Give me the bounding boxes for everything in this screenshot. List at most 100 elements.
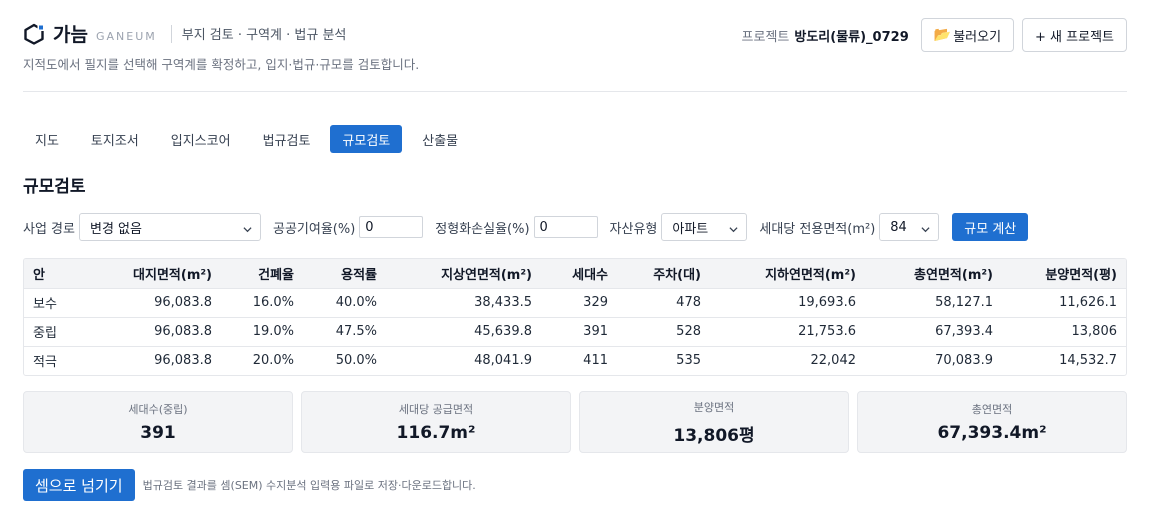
table-cell: 528 [617, 316, 710, 346]
table-cell: 19,693.6 [710, 287, 865, 317]
asset-type-select[interactable]: 아파트 [661, 213, 748, 241]
public-contribution-label: 공공기여율(%) [272, 221, 356, 237]
table-cell: 50.0% [303, 345, 386, 375]
stat-label: 세대수(중립) [128, 403, 188, 416]
col-header-parking: 주차(대) [653, 267, 701, 283]
table-cell: 13,806 [1002, 316, 1126, 346]
table-cell: 16.0% [221, 287, 303, 317]
table-row: 중립 96,083.8 19.0% 47.5% 45,639.8 391 528… [24, 316, 1126, 346]
table-cell: 중립 [24, 316, 96, 346]
stat-value: 13,806평 [673, 425, 755, 446]
calc-form: 사업 경로 변경 없음 공공기여율(%) 정형화손실율(%) 자산유형 아파트 … [23, 213, 1029, 241]
table-cell: 67,393.4 [865, 316, 1002, 346]
calculate-button[interactable]: 규모 계산 [952, 213, 1029, 241]
tab-land-survey[interactable]: 토지조서 [79, 125, 151, 153]
scale-table: 안 대지면적(m²) 건폐율 용적률 지상연면적(m²) 세대수 주차(대) 지… [23, 258, 1127, 376]
stat-label: 총연면적 [971, 403, 1013, 416]
table-cell: 58,127.1 [865, 287, 1002, 317]
table-row: 보수 96,083.8 16.0% 40.0% 38,433.5 329 478… [24, 287, 1126, 317]
section-title: 규모검토 [23, 177, 86, 197]
brand-sub: GANEUM [95, 30, 157, 43]
table-cell: 19.0% [221, 316, 303, 346]
table-cell: 22,042 [710, 345, 865, 375]
col-header-above-ground-area: 지상연면적(m²) [441, 267, 532, 283]
tab-scale-review[interactable]: 규모검토 [330, 125, 403, 153]
tab-map[interactable]: 지도 [23, 125, 71, 153]
tab-regulation-review[interactable]: 법규검토 [251, 125, 323, 153]
col-header-site-area: 대지면적(m²) [133, 267, 212, 283]
col-header-sale-area: 분양면적(평) [1045, 267, 1117, 283]
table-cell: 20.0% [221, 345, 303, 375]
public-contribution-input[interactable] [359, 216, 424, 238]
table-cell: 47.5% [303, 316, 386, 346]
table-cell: 411 [541, 345, 617, 375]
table-cell: 478 [617, 287, 710, 317]
col-header-households: 세대수 [572, 267, 608, 283]
project-name: 방도리(물류)_0729 [794, 29, 909, 45]
stat-label: 분양면적 [693, 400, 735, 414]
table-cell: 11,626.1 [1002, 287, 1126, 317]
asset-type-value: 아파트 [672, 221, 709, 237]
load-button-label: 불러오기 [953, 29, 1002, 45]
col-header-underground-area: 지하연면적(m²) [765, 267, 856, 283]
table-row: 적극 96,083.8 20.0% 50.0% 48,041.9 411 535… [24, 345, 1126, 375]
table-cell: 38,433.5 [386, 287, 541, 317]
footer-note: 법규검토 결과를 셈(SEM) 수지분석 입력용 파일로 저장·다운로드합니다. [142, 479, 476, 492]
header-actions: 프로젝트 방도리(물류)_0729 📂 불러오기 + 새 프로젝트 [742, 18, 1127, 52]
col-header-far: 용적률 [341, 267, 377, 283]
col-header-coverage: 건폐율 [258, 267, 294, 283]
stat-card-households: 세대수(중립) 391 [23, 391, 293, 453]
table-cell: 391 [541, 316, 617, 346]
unit-area-value: 84 [890, 219, 907, 235]
stat-value: 391 [140, 423, 176, 443]
unit-area-select[interactable]: 84 [879, 213, 940, 241]
chevron-down-icon [243, 223, 252, 232]
project-label: 프로젝트 [741, 29, 790, 45]
route-select[interactable]: 변경 없음 [78, 213, 261, 241]
brand-name: 가늠 [53, 24, 88, 46]
send-to-sem-button[interactable]: 셈으로 넘기기 [23, 469, 135, 501]
table-cell: 적극 [24, 345, 96, 375]
stat-card-total-area: 총연면적 67,393.4m² [857, 391, 1127, 453]
new-project-button[interactable]: + 새 프로젝트 [1022, 18, 1127, 52]
unit-area-label: 세대당 전용면적(m²) [759, 221, 876, 237]
asset-type-label: 자산유형 [609, 221, 658, 237]
stat-label: 세대당 공급면적 [398, 403, 474, 416]
tab-outputs[interactable]: 산출물 [410, 125, 470, 153]
tab-location-score[interactable]: 입지스코어 [159, 125, 243, 153]
tab-bar: 지도 토지조서 입지스코어 법규검토 규모검토 산출물 [23, 125, 478, 153]
footer-actions: 셈으로 넘기기 법규검토 결과를 셈(SEM) 수지분석 입력용 파일로 저장·… [23, 469, 476, 501]
stat-value: 116.7m² [396, 423, 476, 443]
table-cell: 96,083.8 [96, 345, 221, 375]
table-header-row: 안 대지면적(m²) 건폐율 용적률 지상연면적(m²) 세대수 주차(대) 지… [24, 259, 1126, 288]
table-cell: 보수 [24, 287, 96, 317]
table-cell: 329 [541, 287, 617, 317]
table-cell: 96,083.8 [96, 316, 221, 346]
brand: 가늠 GANEUM 부지 검토 · 구역계 · 법규 분석 [23, 20, 346, 47]
table-cell: 14,532.7 [1002, 345, 1126, 375]
table-cell: 535 [617, 345, 710, 375]
brand-tagline: 부지 검토 · 구역계 · 법규 분석 [181, 28, 347, 43]
table-cell: 70,083.9 [865, 345, 1002, 375]
col-header-total-area: 총연면적(m²) [914, 267, 993, 283]
route-select-value: 변경 없음 [89, 221, 142, 237]
stat-card-supply-area: 세대당 공급면적 116.7m² [301, 391, 571, 453]
load-button[interactable]: 📂 불러오기 [920, 18, 1015, 52]
table-cell: 48,041.9 [386, 345, 541, 375]
summary-cards: 세대수(중립) 391 세대당 공급면적 116.7m² 분양면적 13,806… [23, 391, 1127, 453]
stat-card-sale-area: 분양면적 13,806평 [579, 391, 849, 453]
table-cell: 45,639.8 [386, 316, 541, 346]
chevron-down-icon [921, 223, 930, 232]
table-cell: 21,753.6 [710, 316, 865, 346]
folder-icon: 📂 [933, 27, 952, 43]
table-cell: 96,083.8 [96, 287, 221, 317]
chevron-down-icon [729, 223, 738, 232]
stat-value: 67,393.4m² [937, 423, 1047, 443]
table-cell: 40.0% [303, 287, 386, 317]
brand-divider [170, 24, 172, 43]
col-header-plan: 안 [33, 267, 45, 283]
page-subtitle: 지적도에서 필지를 선택해 구역계를 확정하고, 입지·법규·규모를 검토합니다… [23, 57, 420, 72]
route-label: 사업 경로 [23, 221, 75, 237]
loss-rate-input[interactable] [533, 216, 598, 238]
app-header: 가늠 GANEUM 부지 검토 · 구역계 · 법규 분석 지적도에서 필지를 … [23, 18, 1127, 92]
